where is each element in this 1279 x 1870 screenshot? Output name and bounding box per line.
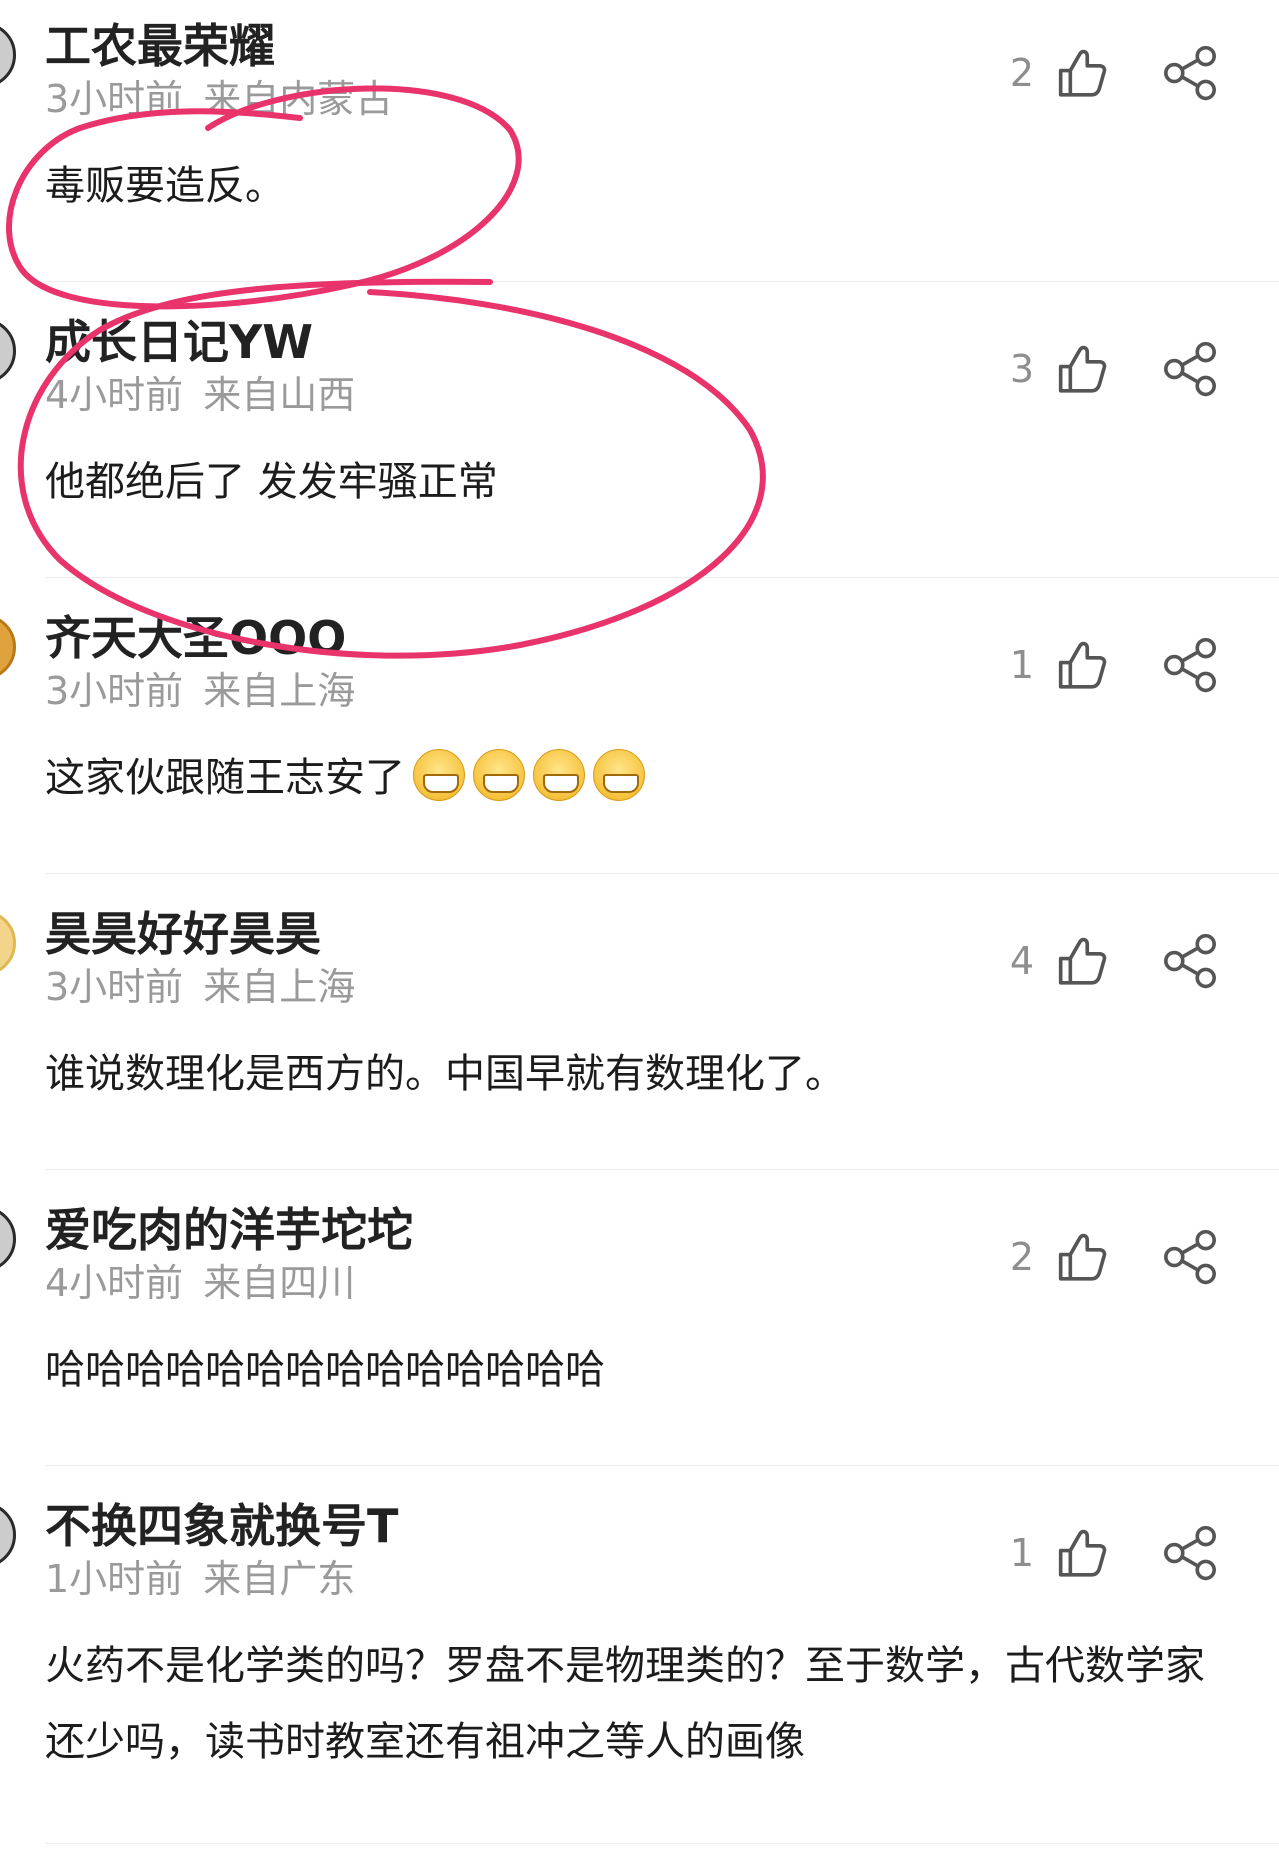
share-icon (1164, 637, 1216, 693)
comment-meta: 3小时前 来自上海 (45, 666, 355, 716)
comment-meta: 1小时前 来自广东 (45, 1554, 355, 1604)
thumbs-up-icon (1058, 1233, 1107, 1281)
comment-text: 这家伙跟随王志安了 (45, 740, 1235, 816)
divider (45, 577, 1279, 578)
comment-item: 爱吃肉的洋芋坨坨 4小时前 来自四川 哈哈哈哈哈哈哈哈哈哈哈哈哈哈 2 (0, 1184, 1279, 1466)
grin-emoji (593, 749, 645, 801)
comment-text: 哈哈哈哈哈哈哈哈哈哈哈哈哈哈 (45, 1332, 1235, 1408)
comment-item: 工农最荣耀 3小时前 来自内蒙古 毒贩要造反。 2 (0, 0, 1279, 282)
comment-location: 来自广东 (203, 1557, 356, 1601)
like-count: 2 (1009, 51, 1034, 95)
comment-item: 成长日记YW 4小时前 来自山西 他都绝后了 发发牢骚正常 3 (0, 296, 1279, 578)
share-button[interactable] (1161, 636, 1219, 694)
avatar[interactable] (0, 1206, 16, 1272)
comment-text-body: 火药不是化学类的吗？罗盘不是物理类的？至于数学，古代数学家还少吗，读书时教室还有… (45, 1643, 1205, 1765)
emoji-group (405, 749, 645, 801)
like-count: 2 (1009, 1235, 1034, 1279)
share-icon (1164, 933, 1216, 989)
like-count: 1 (1009, 1531, 1034, 1575)
share-icon (1164, 1525, 1216, 1581)
comment-username[interactable]: 爱吃肉的洋芋坨坨 (45, 1200, 413, 1260)
like-count: 4 (1009, 939, 1034, 983)
avatar[interactable] (0, 614, 16, 680)
comment-text-body: 他都绝后了 发发牢骚正常 (45, 459, 498, 505)
comment-text-body: 这家伙跟随王志安了 (45, 755, 405, 801)
like-count: 1 (1009, 643, 1034, 687)
comment-text: 火药不是化学类的吗？罗盘不是物理类的？至于数学，古代数学家还少吗，读书时教室还有… (45, 1628, 1235, 1780)
comment-username[interactable]: 昊昊好好昊昊 (45, 904, 321, 964)
comment-time: 4小时前 (45, 373, 184, 417)
thumbs-up-icon (1058, 345, 1107, 393)
divider (45, 281, 1279, 282)
comment-time: 3小时前 (45, 77, 184, 121)
comment-item: 不换四象就换号T 1小时前 来自广东 火药不是化学类的吗？罗盘不是物理类的？至于数… (0, 1480, 1279, 1844)
share-icon (1164, 45, 1216, 101)
thumbs-up-icon (1058, 1529, 1107, 1577)
comment-location: 来自内蒙古 (203, 77, 394, 121)
comment-meta: 4小时前 来自四川 (45, 1258, 355, 1308)
comment-meta: 4小时前 来自山西 (45, 370, 355, 420)
comment-time: 1小时前 (45, 1557, 184, 1601)
comment-text: 他都绝后了 发发牢骚正常 (45, 444, 1235, 520)
grin-emoji (413, 749, 465, 801)
avatar[interactable] (0, 318, 16, 384)
comment-username[interactable]: 齐天大圣OOO (45, 608, 346, 668)
share-button[interactable] (1161, 1524, 1219, 1582)
comment-location: 来自上海 (203, 965, 356, 1009)
comment-text: 谁说数理化是西方的。中国早就有数理化了。 (45, 1036, 1235, 1112)
comment-text-body: 谁说数理化是西方的。中国早就有数理化了。 (45, 1051, 845, 1097)
like-button[interactable] (1051, 1228, 1109, 1286)
comment-location: 来自四川 (203, 1261, 356, 1305)
comment-username[interactable]: 不换四象就换号T (45, 1496, 398, 1556)
share-button[interactable] (1161, 340, 1219, 398)
share-button[interactable] (1161, 1228, 1219, 1286)
comment-text-body: 毒贩要造反。 (45, 163, 285, 209)
comment-meta: 3小时前 来自上海 (45, 962, 355, 1012)
like-button[interactable] (1051, 932, 1109, 990)
like-button[interactable] (1051, 340, 1109, 398)
comment-text-body: 哈哈哈哈哈哈哈哈哈哈哈哈哈哈 (45, 1347, 605, 1393)
comment-meta: 3小时前 来自内蒙古 (45, 74, 393, 124)
comment-location: 来自山西 (203, 373, 356, 417)
comment-time: 3小时前 (45, 965, 184, 1009)
like-count: 3 (1009, 347, 1034, 391)
comment-username[interactable]: 成长日记YW (45, 312, 313, 372)
grin-emoji (473, 749, 525, 801)
share-button[interactable] (1161, 932, 1219, 990)
divider (45, 1843, 1279, 1844)
avatar[interactable] (0, 1502, 16, 1568)
divider (45, 873, 1279, 874)
comment-item: 齐天大圣OOO 3小时前 来自上海 这家伙跟随王志安了 1 (0, 592, 1279, 874)
comment-item: 昊昊好好昊昊 3小时前 来自上海 谁说数理化是西方的。中国早就有数理化了。 4 (0, 888, 1279, 1170)
comment-list: 工农最荣耀 3小时前 来自内蒙古 毒贩要造反。 2 成长日记YW 4小时前 来自山西… (0, 0, 1279, 1870)
share-button[interactable] (1161, 44, 1219, 102)
comment-time: 3小时前 (45, 669, 184, 713)
comment-username[interactable]: 工农最荣耀 (45, 16, 275, 76)
like-button[interactable] (1051, 1524, 1109, 1582)
avatar[interactable] (0, 22, 16, 88)
share-icon (1164, 1229, 1216, 1285)
thumbs-up-icon (1058, 641, 1107, 689)
avatar[interactable] (0, 910, 16, 976)
like-button[interactable] (1051, 44, 1109, 102)
share-icon (1164, 341, 1216, 397)
thumbs-up-icon (1058, 49, 1107, 97)
comment-time: 4小时前 (45, 1261, 184, 1305)
thumbs-up-icon (1058, 937, 1107, 985)
grin-emoji (533, 749, 585, 801)
divider (45, 1169, 1279, 1170)
like-button[interactable] (1051, 636, 1109, 694)
divider (45, 1465, 1279, 1466)
comment-location: 来自上海 (203, 669, 356, 713)
comment-text: 毒贩要造反。 (45, 148, 1235, 224)
